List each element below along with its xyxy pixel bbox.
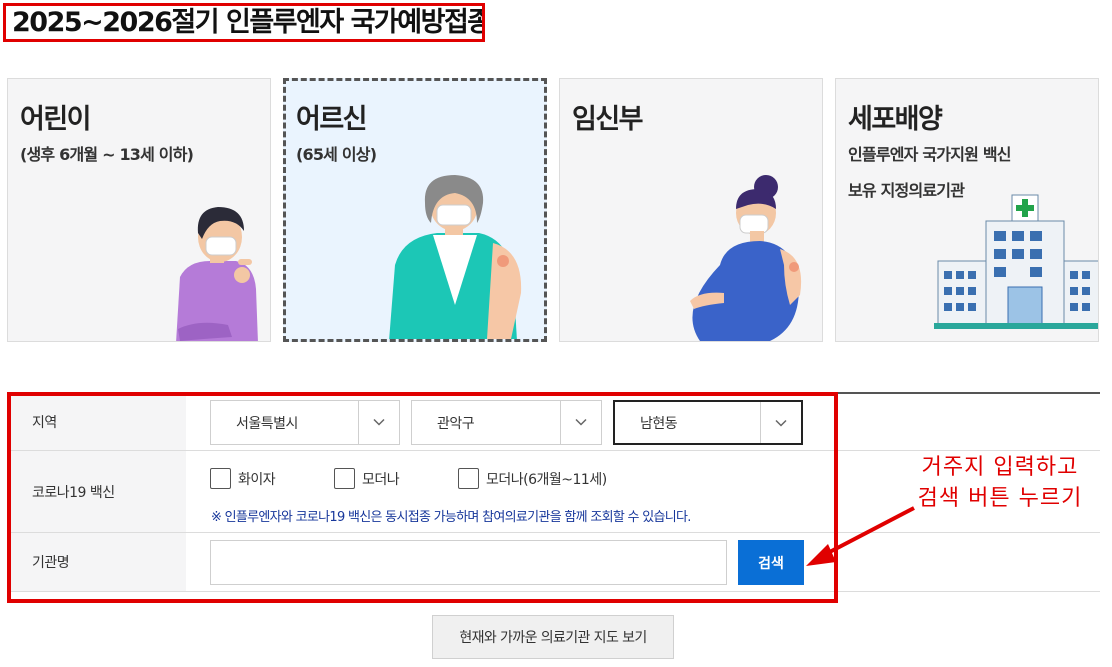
district-select-value: 관악구 — [437, 415, 475, 432]
covid-vaccine-label: 코로나19 백신 — [10, 451, 186, 532]
checkbox-moderna[interactable]: 모더나 — [334, 468, 400, 489]
card-title: 세포배양 — [848, 104, 943, 135]
annotation-line-1: 거주지 입력하고 — [921, 455, 1079, 480]
nearby-map-button[interactable]: 현재와 가까운 의료기관 지도 보기 — [432, 615, 674, 659]
search-button[interactable]: 검색 — [738, 540, 804, 585]
checkbox-pfizer[interactable]: 화이자 — [210, 468, 276, 489]
region-label: 지역 — [10, 394, 186, 450]
card-subtitle: (65세 이상) — [296, 145, 377, 164]
category-card-pregnant[interactable]: 임신부 — [559, 78, 823, 342]
annotation-text: 거주지 입력하고 검색 버튼 누르기 — [900, 452, 1100, 514]
checkbox-label: 화이자 — [238, 471, 276, 488]
dong-select-value: 남현동 — [640, 415, 678, 432]
card-subtitle: 인플루엔자 국가지원 백신 — [848, 145, 1011, 164]
annotation-line-2: 검색 버튼 누르기 — [917, 486, 1083, 511]
hospital-illustration — [934, 194, 1098, 329]
elderly-illustration — [389, 175, 522, 339]
checkbox-box[interactable] — [210, 468, 231, 489]
category-card-children[interactable]: 어린이 (생후 6개월 ~ 13세 이하) — [7, 78, 271, 342]
checkbox-box[interactable] — [458, 468, 479, 489]
city-select[interactable]: 서울특별시 — [210, 400, 400, 445]
chevron-down-icon — [775, 419, 787, 427]
child-illustration — [176, 207, 258, 341]
checkbox-moderna-kids[interactable]: 모더나(6개월~11세) — [458, 468, 607, 489]
annotation-arrow-icon — [806, 506, 915, 566]
checkbox-box[interactable] — [334, 468, 355, 489]
page-title: 2025~2026절기 인플루엔자 국가예방접종 — [3, 3, 485, 42]
institution-name-input[interactable] — [210, 540, 727, 585]
pregnant-illustration — [690, 175, 802, 341]
district-select[interactable]: 관악구 — [411, 400, 602, 445]
checkbox-label: 모더나 — [362, 471, 400, 488]
category-card-cell-culture[interactable]: 세포배양 인플루엔자 국가지원 백신 보유 지정의료기관 — [835, 78, 1099, 342]
dong-select[interactable]: 남현동 — [613, 400, 803, 445]
chevron-down-icon — [575, 418, 587, 426]
row-divider — [10, 591, 1100, 592]
card-title: 어르신 — [296, 104, 368, 135]
card-subtitle: (생후 6개월 ~ 13세 이하) — [20, 145, 194, 164]
covid-notice-text: ※ 인플루엔자와 코로나19 백신은 동시접종 가능하며 참여의료기관을 함께 … — [211, 510, 691, 525]
city-select-value: 서울특별시 — [236, 415, 298, 432]
checkbox-label: 모더나(6개월~11세) — [486, 471, 607, 488]
category-card-elderly[interactable]: 어르신 (65세 이상) — [283, 78, 547, 342]
institution-name-label: 기관명 — [10, 533, 186, 591]
card-title: 어린이 — [20, 104, 92, 135]
chevron-down-icon — [373, 418, 385, 426]
card-title: 임신부 — [572, 104, 644, 135]
